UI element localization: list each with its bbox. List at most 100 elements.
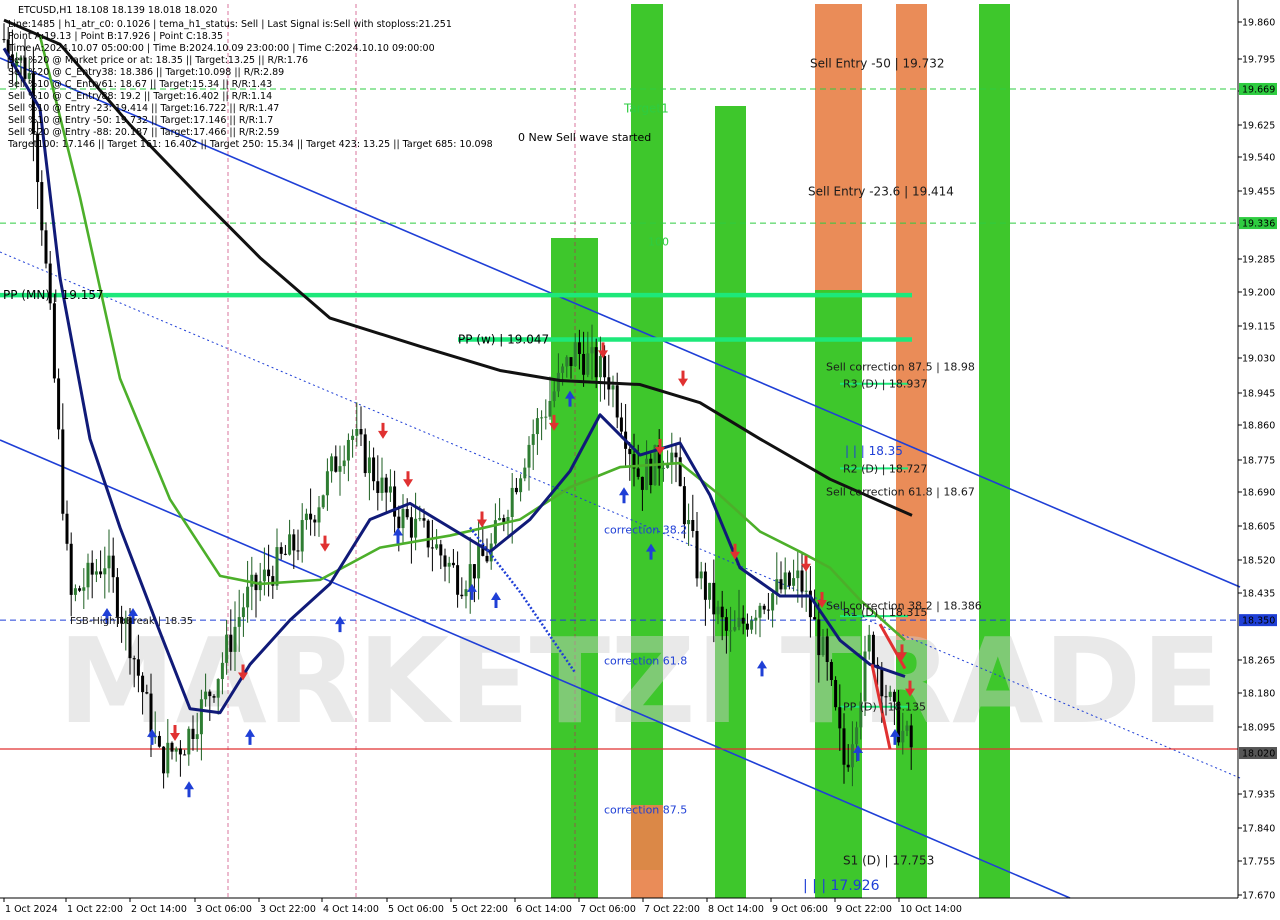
candle-body <box>388 486 392 493</box>
candle-body <box>183 754 187 756</box>
candle-body <box>531 434 535 445</box>
candle-body <box>199 699 203 735</box>
price-tag-label: 18.350 <box>1242 616 1275 627</box>
candle-body <box>334 456 338 472</box>
y-tick-label: 18.690 <box>1242 488 1275 499</box>
candle-body <box>52 303 56 379</box>
candle-body <box>766 609 770 611</box>
info-line: Point A:19.13 | Point B:17.926 | Point C… <box>8 31 223 42</box>
candle-body <box>561 366 565 373</box>
candle-body <box>418 518 422 520</box>
candle-body <box>724 617 728 631</box>
candle-body <box>166 742 170 774</box>
candle-body <box>170 742 174 752</box>
candle-body <box>267 569 271 577</box>
candle-body <box>393 486 397 517</box>
candle-body <box>409 517 413 538</box>
y-tick-label: 18.180 <box>1242 689 1275 700</box>
candle-body <box>447 562 451 567</box>
candle-body <box>355 429 359 436</box>
annotation-label: Sell correction 87.5 | 18.98 <box>826 360 975 373</box>
x-tick-label: 9 Oct 22:00 <box>836 904 892 915</box>
info-line: Line:1485 | h1_atr_c0: 0.1026 | tema_h1_… <box>8 19 452 30</box>
candle-body <box>367 457 371 474</box>
y-tick-label: 19.200 <box>1242 288 1275 299</box>
candle-body <box>195 734 199 740</box>
y-tick-label: 18.095 <box>1242 723 1275 734</box>
candle-body <box>292 534 296 551</box>
info-line: Sell %20 @ Entry -88: 20.187 || Target:1… <box>8 127 279 138</box>
candle-body <box>69 543 73 595</box>
candle-body <box>426 520 430 548</box>
x-tick-label: 1 Oct 22:00 <box>67 904 123 915</box>
candle-body <box>73 588 77 595</box>
candle-body <box>78 588 82 591</box>
candle-body <box>191 728 195 740</box>
candle-body <box>351 435 355 440</box>
candle-body <box>615 385 619 418</box>
candle-body <box>804 590 808 592</box>
candle-body <box>346 439 350 461</box>
candle-body <box>838 707 842 729</box>
candle-body <box>115 577 119 617</box>
candle-body <box>548 400 552 417</box>
candle-body <box>414 518 418 538</box>
price-chart: MARKETZI TRADE Sell Entry -50 | 19.732 Ta… <box>0 0 1280 920</box>
candle-body <box>309 513 313 520</box>
candle-body <box>556 372 560 392</box>
candle-body <box>317 507 321 523</box>
annotation-label: Target1 <box>623 102 669 116</box>
candle-body <box>338 466 342 472</box>
candle-body <box>107 555 111 569</box>
candle-body <box>733 627 737 631</box>
candle-body <box>174 748 178 752</box>
candle-body <box>703 571 707 600</box>
candle-body <box>477 544 481 579</box>
chart-area: MARKETZI TRADE Sell Entry -50 | 19.732 Ta… <box>0 0 1280 920</box>
candle-body <box>603 356 607 378</box>
y-tick-label: 18.520 <box>1242 556 1275 567</box>
candle-body <box>691 519 695 532</box>
candle-body <box>783 572 787 590</box>
candle-body <box>582 353 586 375</box>
candle-body <box>99 571 103 575</box>
candle-body <box>850 744 854 768</box>
candle-body <box>380 477 384 493</box>
candle-body <box>901 730 905 743</box>
candle-body <box>535 418 539 435</box>
candle-body <box>884 696 888 698</box>
info-line: Sell %10 @ C_Entry88: 19.2 || Target:16.… <box>8 91 272 102</box>
candle-body <box>611 385 615 390</box>
candle-body <box>909 725 913 748</box>
candle-body <box>132 658 136 660</box>
candle-body <box>136 659 140 676</box>
candle-body <box>464 589 468 597</box>
x-tick-label: 3 Oct 06:00 <box>196 904 252 915</box>
candle-body <box>834 680 838 708</box>
x-tick-label: 1 Oct 2024 <box>5 904 58 915</box>
candle-body <box>384 477 388 493</box>
price-tag-label: 18.020 <box>1242 749 1275 760</box>
info-line: Time A:2024.10.07 05:00:00 | Time B:2024… <box>7 43 435 54</box>
x-tick-label: 7 Oct 22:00 <box>644 904 700 915</box>
candle-body <box>262 569 266 582</box>
x-tick-label: 3 Oct 22:00 <box>260 904 316 915</box>
annotation-label: Sell Entry -23.6 | 19.414 <box>808 185 954 199</box>
signal-zone-3 <box>715 106 746 898</box>
candle-body <box>90 562 94 575</box>
candle-body <box>372 457 376 482</box>
candle-body <box>94 571 98 575</box>
candle-body <box>716 606 720 615</box>
candle-body <box>540 417 544 419</box>
signal-zone-8 <box>979 4 1010 898</box>
candle-body <box>762 605 766 610</box>
candle-body <box>61 429 65 514</box>
y-tick-label: 19.540 <box>1242 153 1275 164</box>
candle-body <box>649 458 653 486</box>
x-tick-label: 10 Oct 14:00 <box>900 904 962 915</box>
x-tick-label: 4 Oct 14:00 <box>323 904 379 915</box>
candle-body <box>594 347 598 378</box>
candle-body <box>187 728 191 755</box>
candle-body <box>598 356 602 378</box>
candle-body <box>283 553 287 555</box>
